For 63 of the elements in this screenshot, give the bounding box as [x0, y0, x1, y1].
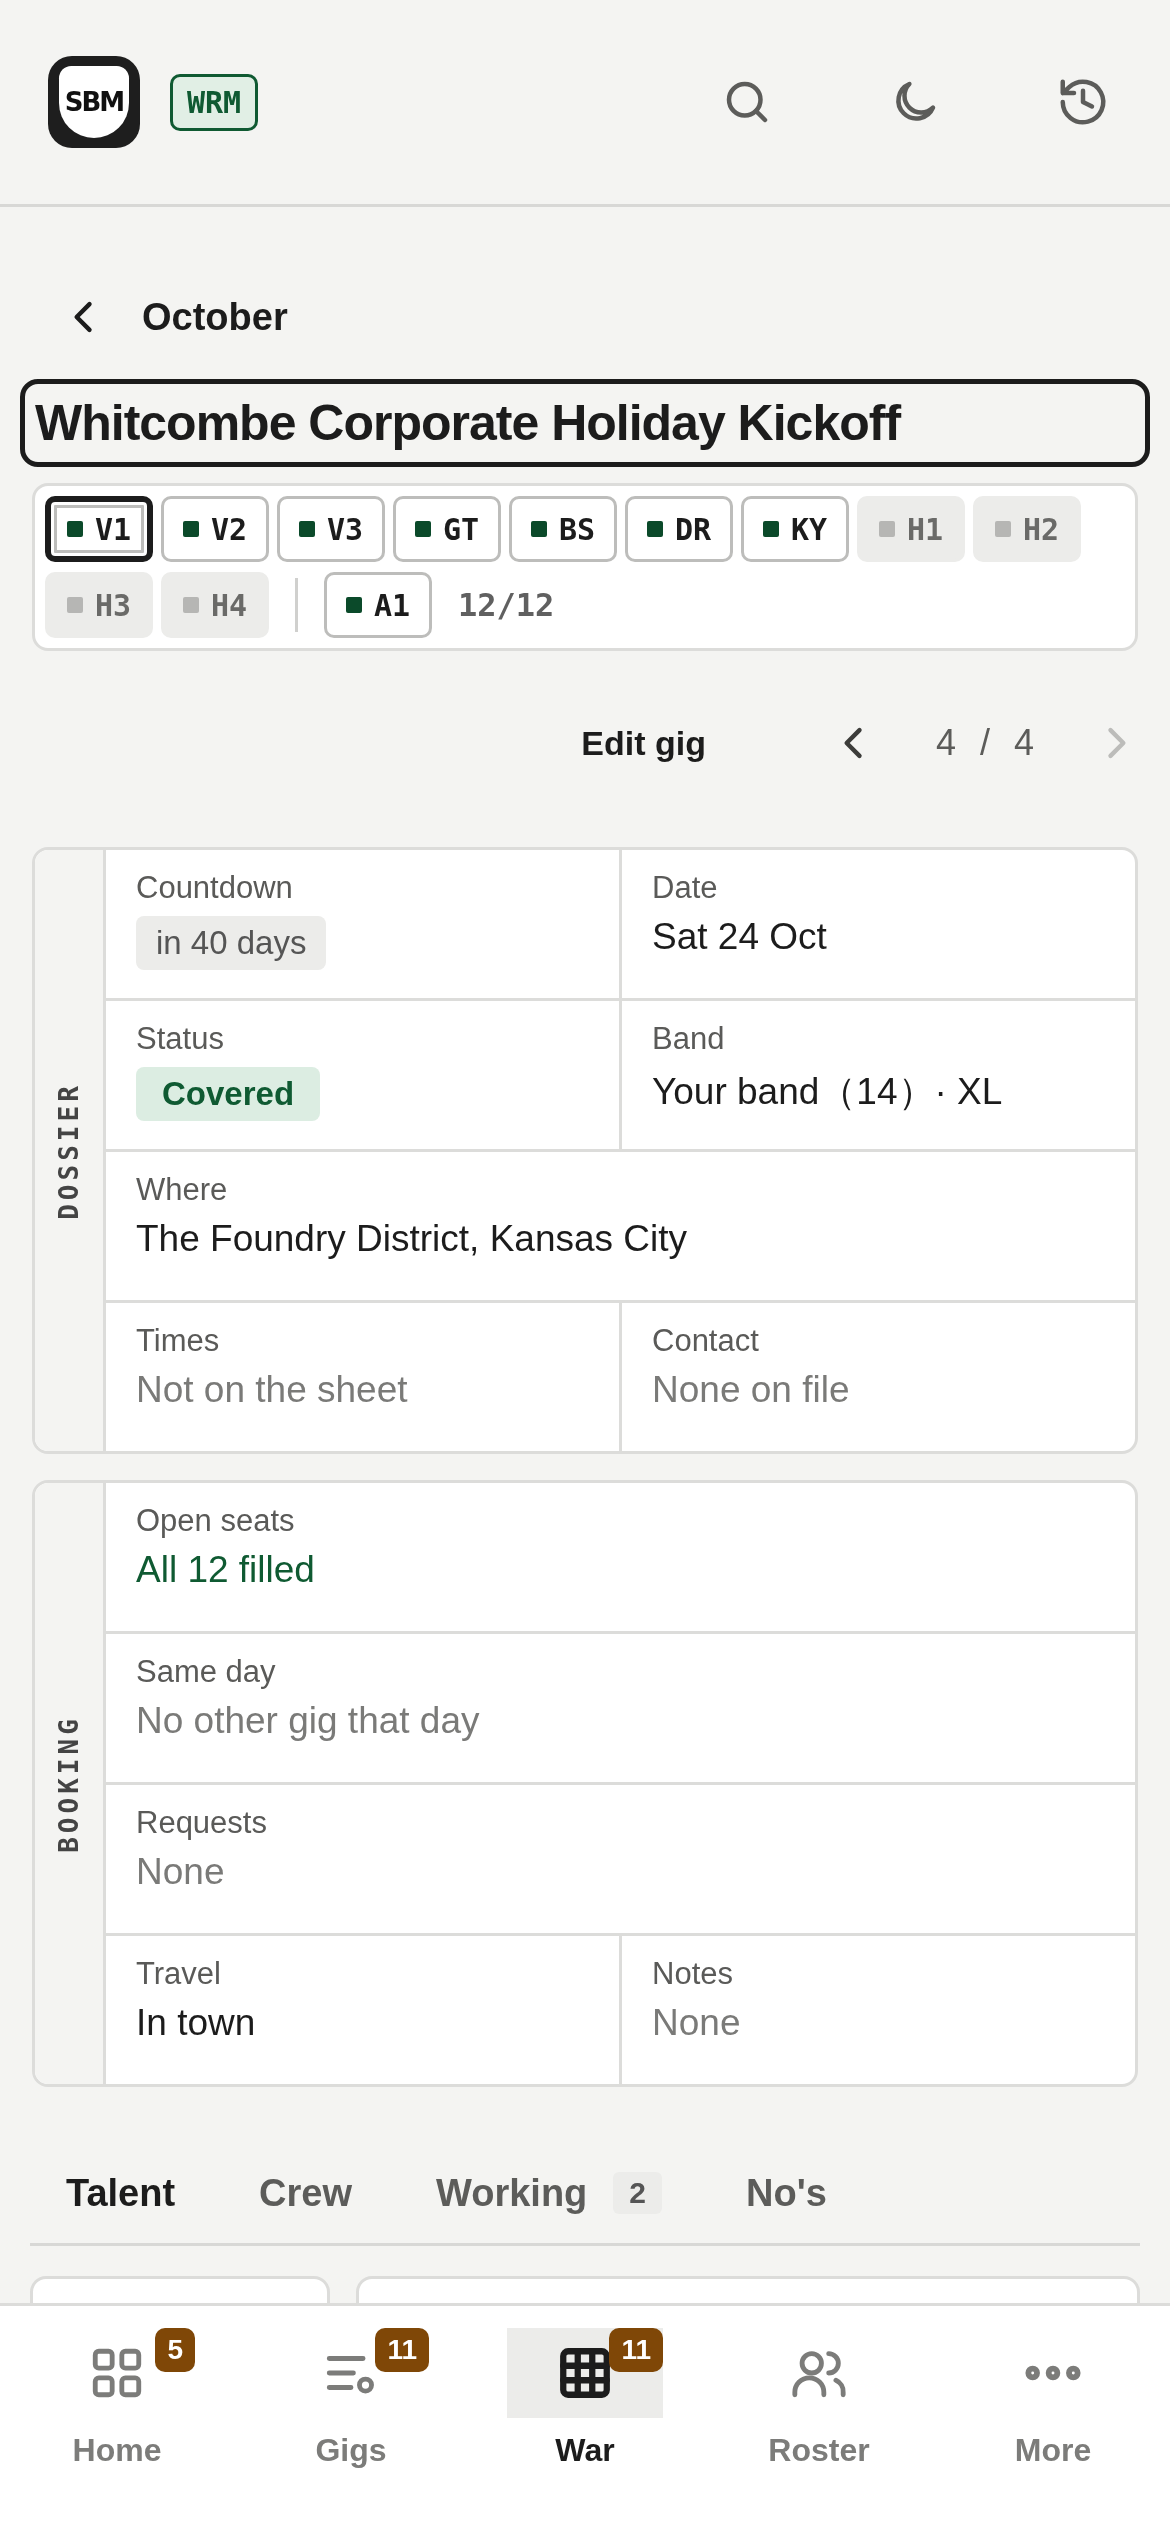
- nav-label: War: [555, 2432, 615, 2469]
- field-label: Where: [136, 1172, 229, 1208]
- nav-item[interactable]: Roster: [734, 2328, 904, 2532]
- edit-button[interactable]: Edit gig: [575, 722, 712, 764]
- tab[interactable]: Working 2: [436, 2171, 662, 2215]
- field-label: Requests: [136, 1805, 268, 1841]
- field-label: Same day: [136, 1654, 277, 1690]
- field-value: None: [136, 1851, 225, 1893]
- member-chip[interactable]: H4: [161, 572, 269, 638]
- field-label: Date: [652, 870, 719, 906]
- member-chip[interactable]: H2: [973, 496, 1081, 562]
- tab[interactable]: Talent: [66, 2171, 176, 2215]
- nav-label: Home: [72, 2432, 162, 2469]
- member-chip[interactable]: BS: [509, 496, 617, 562]
- tab[interactable]: Crew: [259, 2171, 352, 2215]
- field-label: Open seats: [136, 1503, 296, 1539]
- filled-count: 12/12: [458, 586, 555, 624]
- member-chip[interactable]: GT: [393, 496, 501, 562]
- nav-item[interactable]: More: [968, 2328, 1138, 2532]
- member-chip[interactable]: A1: [324, 572, 432, 638]
- member-chip[interactable]: V3: [277, 496, 385, 562]
- field-label: Countdown: [136, 870, 294, 906]
- field-value: The Foundry District, Kansas City: [136, 1218, 688, 1260]
- section-label: BOOKING: [54, 1714, 84, 1853]
- field-label: Status: [136, 1021, 225, 1057]
- field-label: Times: [136, 1323, 221, 1359]
- tab-count: 2: [613, 2172, 662, 2214]
- field-value: None on file: [652, 1369, 850, 1411]
- member-chip[interactable]: V2: [161, 496, 269, 562]
- more-icon: [1024, 2364, 1082, 2382]
- page-counter: 4 / 4: [935, 722, 1034, 764]
- count-badge: 5: [155, 2328, 195, 2372]
- status-badge: Covered: [136, 1067, 321, 1121]
- countdown-badge: in 40 days: [136, 916, 327, 970]
- nav-label: Roster: [768, 2432, 870, 2469]
- field-value: Not on the sheet: [136, 1369, 408, 1411]
- field-value: No other gig that day: [136, 1700, 480, 1742]
- count-badge: 11: [375, 2328, 429, 2372]
- nav-label: Gigs: [315, 2432, 387, 2469]
- section-label: DOSSIER: [54, 1081, 84, 1220]
- field-value: In town: [136, 2002, 256, 2044]
- app-logo: SBM: [48, 56, 140, 148]
- field-label: Notes: [652, 1956, 734, 1992]
- field-value: None: [652, 2002, 741, 2044]
- nav-item[interactable]: 11 Gigs: [266, 2328, 436, 2532]
- workspace-badge: WRM: [170, 73, 259, 131]
- field-value: Sat 24 Oct: [652, 916, 827, 958]
- field-label: Contact: [652, 1323, 760, 1359]
- gig-title[interactable]: Whitcombe Corporate Holiday Kickoff: [20, 379, 1150, 467]
- nav-item[interactable]: 5 Home: [32, 2328, 202, 2532]
- member-chip[interactable]: H3: [45, 572, 153, 638]
- field-value: All 12 filled: [136, 1549, 315, 1591]
- field-label: Band: [652, 1021, 726, 1057]
- tab[interactable]: No's: [746, 2171, 827, 2215]
- member-chip[interactable]: H1: [857, 496, 965, 562]
- member-chip[interactable]: V1: [45, 496, 153, 562]
- back-label[interactable]: October: [142, 295, 288, 339]
- member-chip[interactable]: DR: [625, 496, 733, 562]
- field-label: Travel: [136, 1956, 222, 1992]
- field-value: Your band（14）· XL: [652, 1070, 1003, 1114]
- nav-label: More: [1014, 2432, 1092, 2469]
- count-badge: 11: [609, 2328, 663, 2372]
- member-chip[interactable]: KY: [741, 496, 849, 562]
